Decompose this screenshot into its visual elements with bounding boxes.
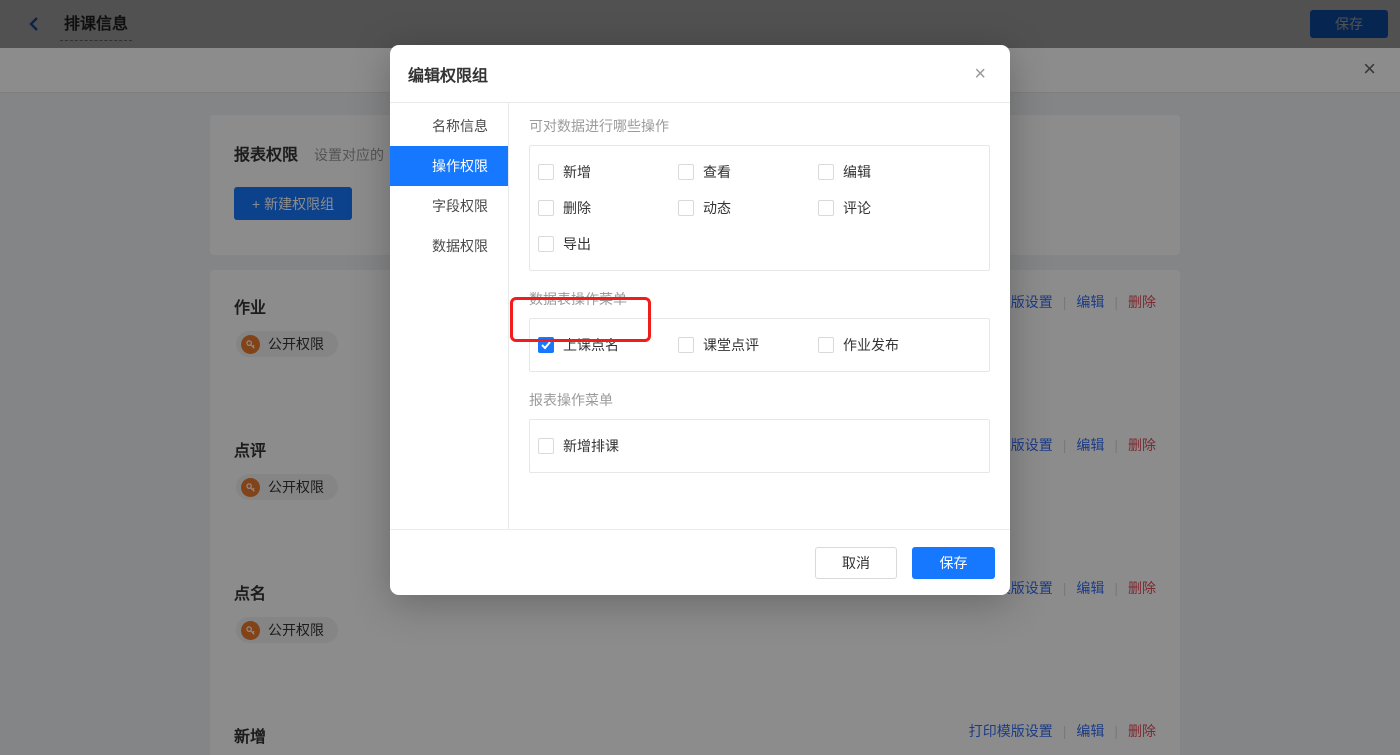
group-label: 数据表操作菜单 bbox=[529, 289, 990, 309]
edit-permission-group-dialog: 编辑权限组 × 名称信息操作权限字段权限数据权限 可对数据进行哪些操作新增 查看 编… bbox=[390, 45, 1010, 595]
checkbox-icon[interactable] bbox=[538, 236, 554, 252]
screen: 排课信息 保存 × 报表权限 设置对应的「 + 新建权限组 作业公开权限打印模版… bbox=[0, 0, 1400, 755]
checkbox-item-删除[interactable]: 删除 bbox=[538, 190, 678, 226]
checkbox-icon[interactable] bbox=[538, 200, 554, 216]
dialog-close-icon[interactable]: × bbox=[974, 64, 986, 84]
checkbox-label: 编辑 bbox=[843, 162, 871, 182]
checkbox-label: 上课点名 bbox=[563, 335, 619, 355]
checkbox-label: 导出 bbox=[563, 234, 591, 254]
cancel-button[interactable]: 取消 bbox=[815, 547, 897, 579]
checkbox-icon[interactable] bbox=[678, 200, 694, 216]
checkbox-label: 删除 bbox=[563, 198, 591, 218]
checkbox-label: 课堂点评 bbox=[703, 335, 759, 355]
checkbox-label: 作业发布 bbox=[843, 335, 899, 355]
checkbox-label: 新增 bbox=[563, 162, 591, 182]
checkbox-icon[interactable] bbox=[538, 164, 554, 180]
checkbox-icon[interactable] bbox=[678, 164, 694, 180]
checkbox-checked-icon[interactable] bbox=[538, 337, 554, 353]
checkbox-icon[interactable] bbox=[818, 164, 834, 180]
checkbox-item-新增排课[interactable]: 新增排课 bbox=[538, 428, 678, 464]
dialog-content: 可对数据进行哪些操作新增 查看 编辑删除 动态 评论导出数据表操作菜单上课点名 课堂点评 作… bbox=[509, 103, 1010, 529]
checkbox-item-上课点名[interactable]: 上课点名 bbox=[538, 327, 678, 363]
checkbox-icon[interactable] bbox=[678, 337, 694, 353]
checkbox-item-评论[interactable]: 评论 bbox=[818, 190, 958, 226]
group-label: 可对数据进行哪些操作 bbox=[529, 116, 990, 136]
checkbox-icon[interactable] bbox=[538, 438, 554, 454]
save-button[interactable]: 保存 bbox=[912, 547, 995, 579]
checkbox-label: 新增排课 bbox=[563, 436, 619, 456]
checkbox-label: 查看 bbox=[703, 162, 731, 182]
dialog-tabs: 名称信息操作权限字段权限数据权限 bbox=[390, 103, 509, 529]
checkbox-item-查看[interactable]: 查看 bbox=[678, 154, 818, 190]
checkbox-group: 上课点名 课堂点评 作业发布 bbox=[529, 318, 990, 372]
checkbox-item-课堂点评[interactable]: 课堂点评 bbox=[678, 327, 818, 363]
checkbox-item-动态[interactable]: 动态 bbox=[678, 190, 818, 226]
checkbox-icon[interactable] bbox=[818, 200, 834, 216]
tab-数据权限[interactable]: 数据权限 bbox=[390, 226, 508, 266]
checkbox-item-导出[interactable]: 导出 bbox=[538, 226, 678, 262]
tab-字段权限[interactable]: 字段权限 bbox=[390, 186, 508, 226]
dialog-header: 编辑权限组 × bbox=[390, 45, 1010, 103]
dialog-title: 编辑权限组 bbox=[408, 62, 488, 86]
checkbox-group: 新增 查看 编辑删除 动态 评论导出 bbox=[529, 145, 990, 271]
checkbox-item-作业发布[interactable]: 作业发布 bbox=[818, 327, 958, 363]
tab-操作权限[interactable]: 操作权限 bbox=[390, 146, 508, 186]
tab-名称信息[interactable]: 名称信息 bbox=[390, 106, 508, 146]
checkbox-label: 评论 bbox=[843, 198, 871, 218]
checkbox-group: 新增排课 bbox=[529, 419, 990, 473]
checkbox-label: 动态 bbox=[703, 198, 731, 218]
checkbox-icon[interactable] bbox=[818, 337, 834, 353]
checkbox-item-新增[interactable]: 新增 bbox=[538, 154, 678, 190]
checkbox-item-编辑[interactable]: 编辑 bbox=[818, 154, 958, 190]
dialog-footer: 取消 保存 bbox=[390, 529, 1010, 595]
group-label: 报表操作菜单 bbox=[529, 390, 990, 410]
